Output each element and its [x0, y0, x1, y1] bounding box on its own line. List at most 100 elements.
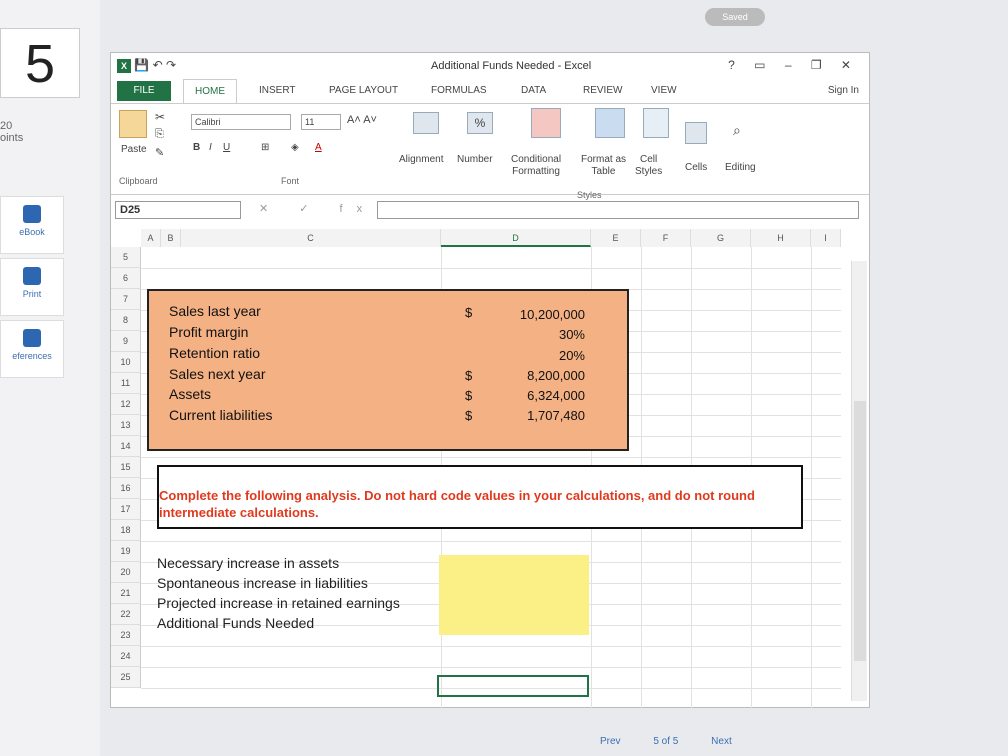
font-name-select[interactable]: Calibri — [191, 114, 291, 130]
input-value-assets[interactable]: 6,324,000 — [527, 388, 585, 403]
tab-formulas[interactable]: FORMULAS — [431, 85, 487, 96]
references-button[interactable]: eferences — [0, 320, 64, 378]
label-necessary-increase-assets: Necessary increase in assets — [157, 555, 340, 571]
row-header[interactable]: 20 — [111, 562, 141, 583]
bold-button[interactable]: B — [193, 142, 200, 153]
borders-icon[interactable]: ⊞ — [261, 142, 269, 153]
excel-logo-icon: X — [117, 59, 131, 73]
underline-button[interactable]: U — [223, 142, 230, 153]
row-header[interactable]: 23 — [111, 625, 141, 646]
active-cell-d25[interactable] — [437, 675, 589, 697]
editing-label[interactable]: Editing — [725, 162, 756, 173]
find-binoculars-icon[interactable]: ⌕ — [733, 122, 741, 139]
input-value-sales-next-year[interactable]: 8,200,000 — [527, 368, 585, 383]
tab-file[interactable]: FILE — [117, 81, 171, 101]
label-projected-increase-retained-earnings: Projected increase in retained earnings — [157, 595, 400, 611]
format-as-table-icon[interactable] — [595, 108, 625, 138]
format-as-table-label[interactable]: Format as Table — [581, 154, 626, 178]
row-header[interactable]: 22 — [111, 604, 141, 625]
font-color-icon[interactable]: A — [315, 142, 322, 153]
window-title: Additional Funds Needed - Excel — [431, 60, 592, 72]
answer-input-cells[interactable] — [439, 555, 589, 635]
font-size-select[interactable]: 11 — [301, 114, 341, 130]
row-header[interactable]: 17 — [111, 499, 141, 520]
grow-font-icon[interactable]: A˄ A˅ — [347, 114, 377, 126]
tab-insert[interactable]: INSERT — [259, 85, 296, 96]
italic-button[interactable]: I — [209, 142, 212, 153]
points-label: 20 oints — [0, 120, 24, 144]
tab-data[interactable]: DATA — [521, 85, 546, 96]
tab-view[interactable]: VIEW — [651, 85, 677, 96]
percent-icon[interactable]: % — [467, 112, 493, 134]
col-header-i[interactable]: I — [811, 229, 841, 247]
formula-icons[interactable]: ✕ ✓ fx — [259, 202, 376, 215]
formula-input[interactable] — [377, 201, 859, 219]
col-header-b[interactable]: B — [161, 229, 181, 247]
name-box[interactable]: D25 — [115, 201, 241, 219]
redo-icon[interactable]: ↷ — [166, 58, 176, 72]
window-controls[interactable]: ? ▭ – ❐ ✕ — [728, 58, 859, 72]
cell-styles-label[interactable]: Cell Styles — [635, 154, 662, 178]
input-label-assets: Assets — [169, 386, 212, 402]
input-label-sales-next-year: Sales next year — [169, 366, 266, 382]
row-header[interactable]: 12 — [111, 394, 141, 415]
prev-button[interactable]: Prev — [600, 736, 621, 747]
save-icon[interactable]: 💾 — [134, 58, 149, 72]
scrollbar-thumb[interactable] — [854, 401, 866, 661]
row-header[interactable]: 19 — [111, 541, 141, 562]
number-label[interactable]: Number — [457, 154, 493, 165]
ebook-button[interactable]: eBook — [0, 196, 64, 254]
conditional-formatting-icon[interactable] — [531, 108, 561, 138]
input-value-current-liabilities[interactable]: 1,707,480 — [527, 408, 585, 423]
undo-icon[interactable]: ↶ — [153, 58, 163, 72]
row-header[interactable]: 9 — [111, 331, 141, 352]
spreadsheet-grid[interactable]: A B C D E F G H I 5 6 7 8 9 10 11 12 13 14 15 16 17 1… — [111, 229, 869, 709]
row-header[interactable]: 16 — [111, 478, 141, 499]
row-header[interactable]: 7 — [111, 289, 141, 310]
format-painter-icon[interactable]: ✎ — [155, 146, 164, 159]
tab-home[interactable]: HOME — [183, 79, 237, 103]
col-header-a[interactable]: A — [141, 229, 161, 247]
copy-icon[interactable]: ⎘ — [155, 128, 164, 141]
cut-icon[interactable]: ✂ — [155, 110, 165, 124]
paste-icon[interactable] — [119, 110, 147, 138]
row-header[interactable]: 25 — [111, 667, 141, 688]
grid-line — [141, 667, 841, 668]
tab-page-layout[interactable]: PAGE LAYOUT — [329, 85, 398, 96]
row-header[interactable]: 8 — [111, 310, 141, 331]
row-header[interactable]: 18 — [111, 520, 141, 541]
row-header[interactable]: 15 — [111, 457, 141, 478]
col-header-e[interactable]: E — [591, 229, 641, 247]
row-header[interactable]: 11 — [111, 373, 141, 394]
row-header[interactable]: 5 — [111, 247, 141, 268]
cells-icon[interactable] — [685, 122, 707, 144]
formula-bar: D25 ✕ ✓ fx — [111, 199, 869, 221]
col-header-h[interactable]: H — [751, 229, 811, 247]
col-header-f[interactable]: F — [641, 229, 691, 247]
row-header[interactable]: 21 — [111, 583, 141, 604]
col-header-g[interactable]: G — [691, 229, 751, 247]
question-number: 5 — [0, 28, 80, 98]
row-header[interactable]: 6 — [111, 268, 141, 289]
col-header-c[interactable]: C — [181, 229, 441, 247]
fill-color-icon[interactable]: ◈ — [291, 142, 299, 153]
input-value-retention-ratio[interactable]: 20% — [559, 348, 585, 363]
sign-in-link[interactable]: Sign In — [828, 85, 859, 96]
tab-review[interactable]: REVIEW — [583, 85, 622, 96]
row-header[interactable]: 24 — [111, 646, 141, 667]
next-button[interactable]: Next — [711, 736, 732, 747]
cell-styles-icon[interactable] — [643, 108, 669, 138]
alignment-label[interactable]: Alignment — [399, 154, 443, 165]
input-value-profit-margin[interactable]: 30% — [559, 327, 585, 342]
dollar-sign: $ — [465, 368, 473, 383]
row-header[interactable]: 10 — [111, 352, 141, 373]
cells-label[interactable]: Cells — [685, 162, 707, 173]
alignment-icon[interactable] — [413, 112, 439, 134]
col-header-d[interactable]: D — [441, 229, 591, 247]
input-value-sales-last-year[interactable]: 10,200,000 — [520, 307, 585, 322]
conditional-formatting-label[interactable]: Conditional Formatting — [511, 154, 561, 178]
vertical-scrollbar[interactable] — [851, 261, 867, 701]
print-button[interactable]: Print — [0, 258, 64, 316]
row-header[interactable]: 13 — [111, 415, 141, 436]
row-header[interactable]: 14 — [111, 436, 141, 457]
